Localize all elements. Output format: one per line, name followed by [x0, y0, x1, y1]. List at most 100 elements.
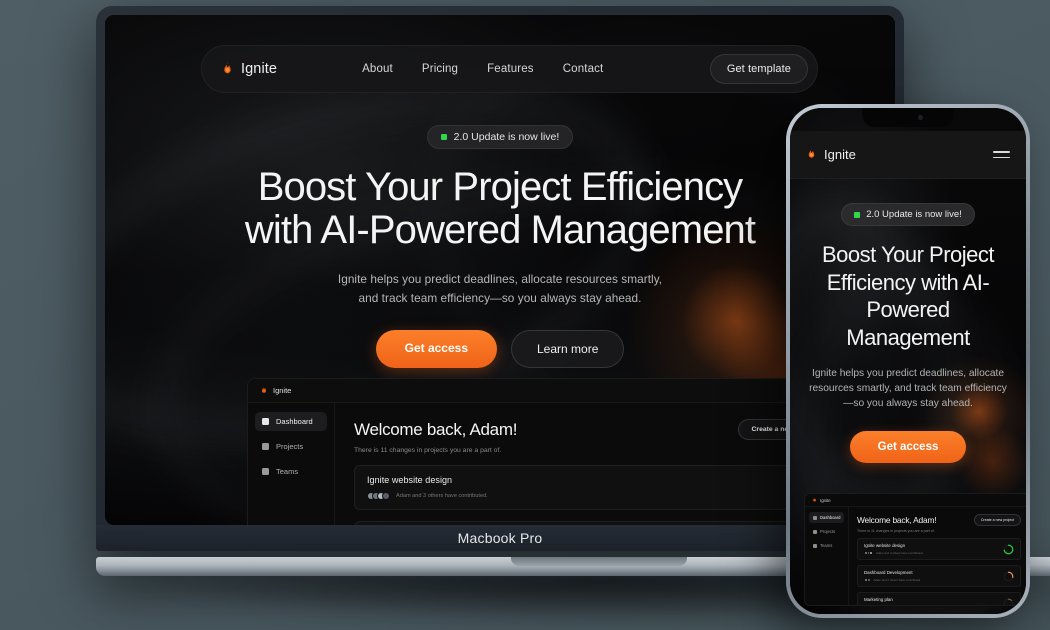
create-new-project-button[interactable]: Create a new project: [973, 514, 1021, 526]
project-meta: Adam and 2 others have contributed.: [864, 578, 921, 582]
grid-icon: [813, 515, 817, 520]
sidebar-item-label: Projects: [820, 529, 836, 534]
sidebar-item-label: Dashboard: [820, 515, 841, 520]
progress-ring-icon: [1003, 544, 1014, 554]
project-contributors: Adam and 2 others have contributed.: [873, 578, 921, 582]
grid-icon: [262, 418, 269, 425]
sidebar-item-teams[interactable]: Teams: [255, 462, 327, 481]
brand-logo[interactable]: Ignite: [221, 61, 277, 77]
laptop-base-notch: [511, 557, 687, 566]
phone-frame: Ignite 2.0 Update is now live! Boost You…: [786, 104, 1030, 618]
get-access-button[interactable]: Get access: [375, 329, 497, 368]
nav-link-pricing[interactable]: Pricing: [422, 63, 458, 75]
phone-notch: [862, 108, 954, 127]
site-navbar: Ignite About Pricing Features Contact Ge…: [201, 45, 818, 93]
sidebar-item-teams[interactable]: Teams: [809, 540, 844, 551]
sidebar-item-label: Teams: [276, 467, 299, 476]
dashboard-body: Dashboard Projects Teams Welcome back, A…: [805, 507, 1026, 605]
hero-section: 2.0 Update is now live! Boost Your Proje…: [105, 125, 895, 368]
flame-icon: [224, 61, 231, 73]
avatar-group: [367, 492, 390, 500]
headline-line-2: with AI-Powered Management: [244, 208, 756, 253]
sidebar-item-projects[interactable]: Projects: [809, 526, 844, 537]
list-item[interactable]: Marketing plan Adam and 1 other have con…: [857, 592, 1021, 606]
changes-note: There is 11 changes in projects you are …: [857, 529, 935, 533]
screenshot-stage: Ignite About Pricing Features Contact Ge…: [0, 0, 1050, 630]
folder-icon: [813, 529, 817, 534]
list-item[interactable]: Ignite website design Adam and 3 others …: [857, 538, 1021, 560]
subtitle-line-1: Ignite helps you predict deadlines, allo…: [337, 272, 663, 287]
project-meta: Adam and 1 other have contributed.: [864, 605, 919, 606]
project-meta: Adam and 3 others have contributed.: [864, 551, 923, 555]
progress-ring-icon: [1003, 598, 1014, 605]
progress-ring-icon: [1003, 571, 1014, 581]
phone-hero-section: 2.0 Update is now live! Boost Your Proje…: [790, 179, 1026, 463]
nav-link-about[interactable]: About: [362, 63, 393, 75]
get-template-button[interactable]: Get template: [709, 54, 808, 84]
sidebar-item-dashboard[interactable]: Dashboard: [255, 412, 327, 431]
status-dot-icon: [854, 211, 861, 218]
learn-more-button[interactable]: Learn more: [511, 329, 625, 368]
dashboard-main: Welcome back, Adam! Create a new project…: [849, 507, 1026, 605]
project-meta: Adam and 3 others have contributed.: [367, 492, 488, 500]
iphone-mockup: Ignite 2.0 Update is now live! Boost You…: [786, 104, 1030, 618]
hero-subtitle: Ignite helps you predict deadlines, allo…: [105, 270, 895, 307]
project-name: Ignite website design: [367, 475, 453, 485]
sidebar-item-label: Teams: [820, 543, 833, 548]
sidebar-item-projects[interactable]: Projects: [255, 437, 327, 456]
people-icon: [813, 543, 817, 548]
macbook-pro-mockup: Ignite About Pricing Features Contact Ge…: [96, 6, 1050, 624]
dashboard-topbar: Ignite: [248, 379, 851, 403]
hamburger-menu-icon[interactable]: [993, 151, 1010, 158]
list-item[interactable]: Dashboard Development Adam and 2 others …: [857, 565, 1021, 587]
subtitle-line-2: and track team efficiency—so you always …: [358, 290, 642, 305]
nav-link-contact[interactable]: Contact: [563, 63, 604, 75]
update-badge[interactable]: 2.0 Update is now live!: [841, 203, 975, 226]
project-name: Marketing plan: [864, 597, 893, 602]
get-access-button[interactable]: Get access: [849, 430, 967, 463]
page-title: Boost Your Project Efficiency with AI-Po…: [105, 165, 895, 253]
headline-line-1: Boost Your Project Efficiency: [257, 165, 743, 209]
page-title: Boost Your Project Efficiency with AI-Po…: [821, 242, 995, 351]
update-badge-label: 2.0 Update is now live!: [866, 209, 962, 220]
brand-name: Ignite: [241, 61, 278, 77]
avatar: [867, 605, 871, 606]
dashboard-preview: Ignite Dashboard Projects Teams Welcome …: [247, 378, 852, 525]
phone-dashboard-preview: Ignite Dashboard Projects Teams Welcome …: [804, 493, 1026, 606]
dashboard-brand: Ignite: [820, 497, 831, 503]
laptop-lid: Ignite About Pricing Features Contact Ge…: [96, 6, 904, 551]
sidebar-item-label: Dashboard: [276, 417, 313, 426]
nav-link-features[interactable]: Features: [487, 63, 534, 75]
hero-subtitle: Ignite helps you predict deadlines, allo…: [809, 367, 1007, 410]
changes-note: There is 11 changes in projects you are …: [354, 447, 502, 454]
dashboard-header: Welcome back, Adam! Create a new project: [857, 514, 1021, 526]
device-label: Macbook Pro: [457, 530, 543, 546]
welcome-heading: Welcome back, Adam!: [354, 419, 518, 439]
flame-icon: [813, 497, 816, 502]
sidebar-item-dashboard[interactable]: Dashboard: [809, 512, 844, 523]
update-badge[interactable]: 2.0 Update is now live!: [426, 125, 574, 149]
laptop-screen: Ignite About Pricing Features Contact Ge…: [105, 15, 895, 525]
project-name: Ignite website design: [864, 543, 906, 548]
laptop-chin: Macbook Pro: [96, 525, 904, 551]
status-dot-icon: [440, 134, 447, 140]
dashboard-brand: Ignite: [273, 386, 292, 395]
flame-icon: [808, 148, 815, 158]
avatar: [864, 605, 868, 606]
table-row[interactable]: Ignite website design Adam and 3 others …: [354, 465, 832, 510]
brand-logo[interactable]: Ignite: [806, 147, 856, 162]
dashboard-main: Welcome back, Adam! Create a new project…: [335, 403, 851, 525]
dashboard-topbar: Ignite: [805, 494, 1026, 507]
hero-cta-row: Get access Learn more: [105, 329, 895, 368]
folder-icon: [262, 443, 269, 450]
sidebar-item-label: Projects: [276, 442, 304, 451]
dashboard-sidebar: Dashboard Projects Teams: [248, 403, 335, 525]
avatar: [382, 492, 390, 500]
avatar-group: [864, 578, 871, 582]
dashboard-header: Welcome back, Adam! Create a new project: [354, 419, 832, 440]
dashboard-sidebar: Dashboard Projects Teams: [805, 507, 849, 605]
project-contributors: Adam and 3 others have contributed.: [876, 551, 924, 555]
brand-name: Ignite: [824, 147, 856, 162]
phone-navbar: Ignite: [790, 131, 1026, 179]
project-name: Dashboard Development: [864, 570, 913, 575]
